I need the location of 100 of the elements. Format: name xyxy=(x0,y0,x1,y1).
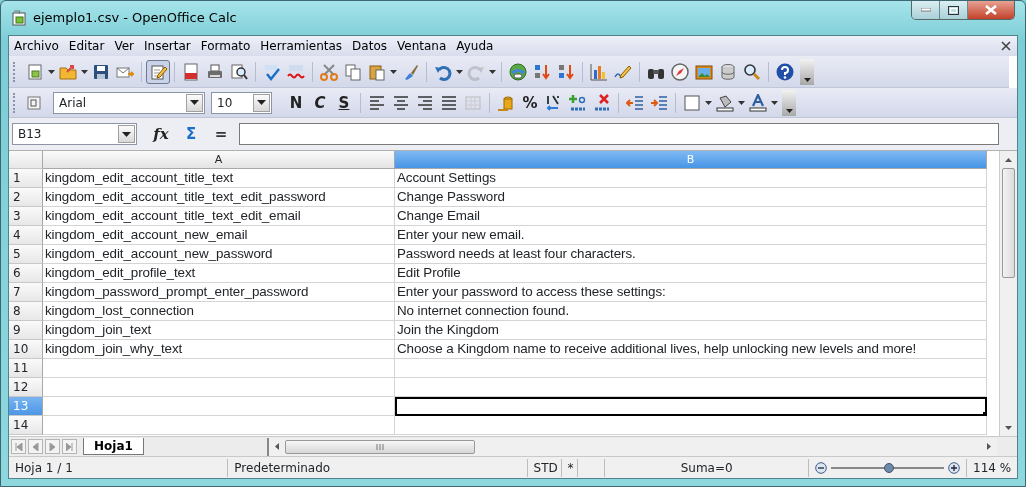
modified-indicator: * xyxy=(561,458,578,477)
sum-button[interactable]: Σ xyxy=(179,124,203,144)
underline-button[interactable]: S xyxy=(332,92,356,113)
close-document-icon[interactable] xyxy=(1001,41,1011,51)
menu-item[interactable]: Archivo xyxy=(9,37,64,55)
table-cell[interactable]: Password needs at least four characters. xyxy=(395,245,987,264)
table-cell[interactable]: Edit Profile xyxy=(395,264,987,283)
caret-icon xyxy=(122,131,131,137)
row-header[interactable]: 5 xyxy=(9,245,43,264)
bold-button[interactable]: N xyxy=(284,92,308,113)
row-header[interactable]: 6 xyxy=(9,264,43,283)
menu-item[interactable]: Ver xyxy=(109,37,139,55)
caret-icon xyxy=(785,108,793,113)
table-cell[interactable]: kingdom_join_text xyxy=(43,321,395,340)
menu-item[interactable]: Ventana xyxy=(392,37,452,55)
scrollbar-thumb[interactable] xyxy=(1002,168,1015,278)
sheet-navigation-button[interactable] xyxy=(62,439,77,454)
row-header[interactable]: 12 xyxy=(9,378,43,397)
empty-cell[interactable] xyxy=(395,416,987,435)
row-header[interactable]: 10 xyxy=(9,340,43,359)
last-sheet-icon xyxy=(65,442,74,451)
table-cell[interactable]: kingdom_join_why_text xyxy=(43,340,395,359)
table-cell[interactable]: kingdom_edit_account_title_text_edit_email xyxy=(43,207,395,226)
font-size-field[interactable]: 10 xyxy=(211,91,272,114)
slider-thumb[interactable] xyxy=(883,462,894,473)
selection-mode-label: STD xyxy=(527,458,562,477)
formula-button[interactable]: = xyxy=(209,124,233,144)
sheet-tab[interactable]: Hoja1 xyxy=(83,438,144,455)
active-cell[interactable] xyxy=(395,397,987,416)
table-cell[interactable]: kingdom_password_prompt_enter_password xyxy=(43,283,395,302)
row-header[interactable]: 1 xyxy=(9,169,43,188)
formula-input[interactable] xyxy=(239,123,999,145)
triangle-left-icon xyxy=(31,442,40,451)
sheet-navigation-button[interactable] xyxy=(11,439,26,454)
italic-button[interactable]: C xyxy=(308,92,332,113)
row-header[interactable]: 2 xyxy=(9,188,43,207)
row-header[interactable]: 11 xyxy=(9,359,43,378)
row-header[interactable]: 3 xyxy=(9,207,43,226)
font-name-field[interactable]: Arial xyxy=(53,91,205,114)
name-box[interactable]: B13 xyxy=(12,123,137,145)
table-cell[interactable]: kingdom_edit_account_title_text xyxy=(43,169,395,188)
zoom-in-icon[interactable] xyxy=(948,461,960,474)
table-cell[interactable]: kingdom_edit_account_new_password xyxy=(43,245,395,264)
table-cell[interactable]: Change Password xyxy=(395,188,987,207)
table-cell[interactable]: kingdom_edit_account_title_text_edit_password xyxy=(43,188,395,207)
maximize-button[interactable] xyxy=(940,1,968,19)
pencil-document-icon[interactable] xyxy=(146,59,170,84)
close-button[interactable] xyxy=(968,1,1014,19)
table-cell[interactable]: kingdom_lost_connection xyxy=(43,302,395,321)
menu-item[interactable]: Datos xyxy=(347,37,392,55)
toolbar-overflow-button[interactable] xyxy=(782,89,796,116)
row-header[interactable]: 8 xyxy=(9,302,43,321)
caret-icon xyxy=(803,77,811,82)
menu-item[interactable]: Editar xyxy=(63,37,110,55)
table-cell[interactable]: Enter your password to access these settings: xyxy=(395,283,987,302)
maximize-icon xyxy=(948,5,959,15)
minimize-icon xyxy=(920,8,931,12)
toolbar-grip[interactable] xyxy=(13,61,17,82)
spreadsheet-icon xyxy=(11,10,27,26)
zoom-out-icon[interactable] xyxy=(814,461,827,474)
close-icon xyxy=(985,5,997,15)
table-cell[interactable]: Choose a Kingdom name to receive additional lives, help unlocking new levels and more! xyxy=(395,340,987,359)
column-header[interactable]: A xyxy=(43,151,395,169)
zoom-percentage: 114 % xyxy=(972,459,1013,477)
table-cell[interactable]: Account Settings xyxy=(395,169,987,188)
table-cell[interactable]: Change Email xyxy=(395,207,987,226)
row-header[interactable]: 9 xyxy=(9,321,43,340)
row-header[interactable]: 4 xyxy=(9,226,43,245)
caret-icon xyxy=(190,100,199,105)
select-all-corner[interactable] xyxy=(9,151,43,169)
row-header[interactable]: 14 xyxy=(9,416,43,435)
menu-item[interactable]: Herramientas xyxy=(255,37,348,55)
triangle-right-icon xyxy=(48,442,57,451)
toolbar-grip[interactable] xyxy=(13,92,17,113)
sheet-navigation-button[interactable] xyxy=(28,439,43,454)
sheet-navigation-button[interactable] xyxy=(45,439,60,454)
table-cell[interactable]: Join the Kingdom xyxy=(395,321,987,340)
table-cell[interactable]: kingdom_edit_account_new_email xyxy=(43,226,395,245)
empty-cell[interactable] xyxy=(395,359,987,378)
table-cell[interactable]: Enter your new email. xyxy=(395,226,987,245)
menu-item[interactable]: Ayuda xyxy=(451,37,499,55)
empty-cell[interactable] xyxy=(395,378,987,397)
caret-icon xyxy=(257,100,266,105)
percent-button[interactable]: % xyxy=(518,92,542,113)
page-style-label: Predeterminado xyxy=(228,458,528,477)
menu-item[interactable]: Formato xyxy=(195,37,256,55)
table-cell[interactable]: kingdom_edit_profile_text xyxy=(43,264,395,283)
dropdown-button[interactable] xyxy=(118,125,135,143)
scroll-right-icon[interactable] xyxy=(987,443,991,450)
menu-item[interactable]: Insertar xyxy=(139,37,196,55)
dropdown-button[interactable] xyxy=(186,93,203,112)
dropdown-button[interactable] xyxy=(253,93,270,112)
window-title: ejemplo1.csv - OpenOffice Calc xyxy=(33,9,237,28)
sheet-indicator: Hoja 1 / 1 xyxy=(9,458,229,477)
function-wizard-button[interactable]: fx xyxy=(149,124,173,144)
scrollbar-thumb[interactable] xyxy=(285,439,475,454)
toolbar-overflow-button[interactable] xyxy=(800,58,814,85)
scroll-left-icon[interactable] xyxy=(275,443,279,450)
table-cell[interactable]: No internet connection found. xyxy=(395,302,987,321)
row-header[interactable]: 7 xyxy=(9,283,43,302)
